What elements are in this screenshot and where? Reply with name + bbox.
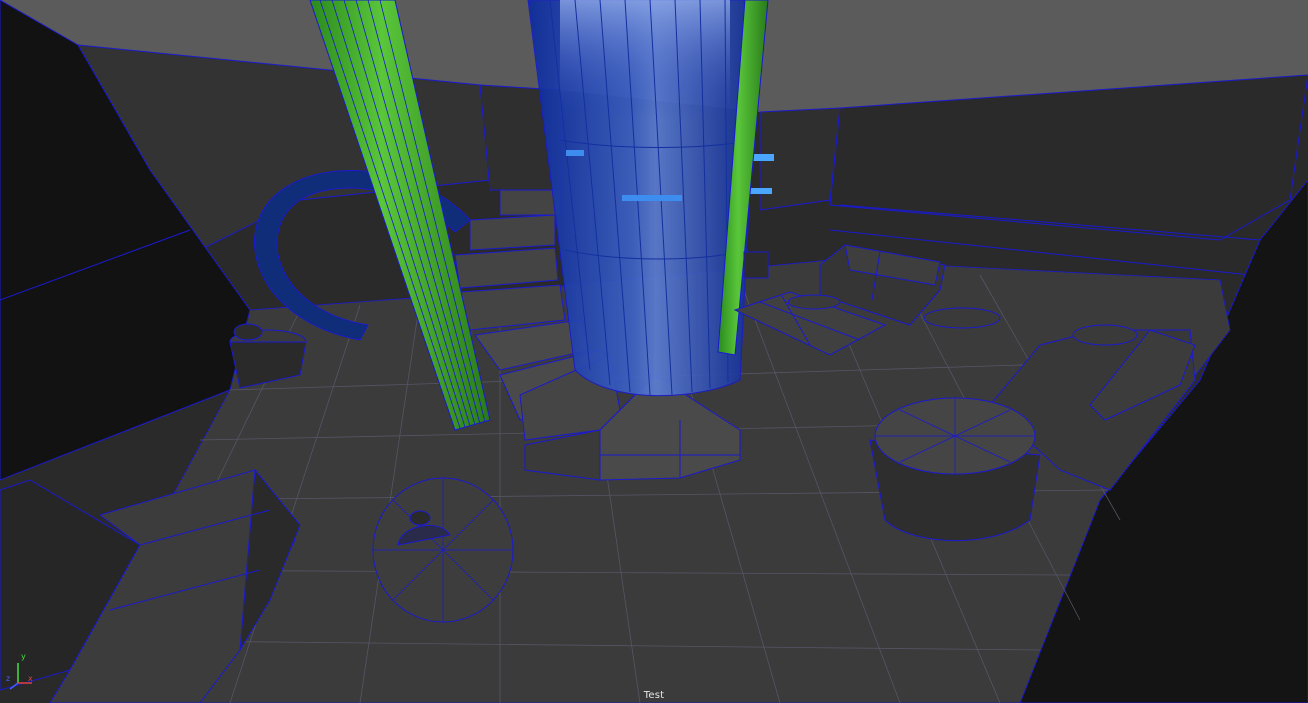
axis-gizmo: y x z <box>2 651 42 691</box>
3d-viewport[interactable]: y x z Test <box>0 0 1308 703</box>
front-round-table <box>372 477 514 623</box>
round-ottoman <box>869 397 1041 542</box>
back-pot <box>743 251 769 279</box>
axis-z-label: z <box>6 674 11 683</box>
axis-x-label: x <box>28 674 33 683</box>
axis-y-label: y <box>21 652 26 661</box>
camera-name-label: Test <box>643 690 665 701</box>
scene-canvas[interactable] <box>0 0 1308 703</box>
